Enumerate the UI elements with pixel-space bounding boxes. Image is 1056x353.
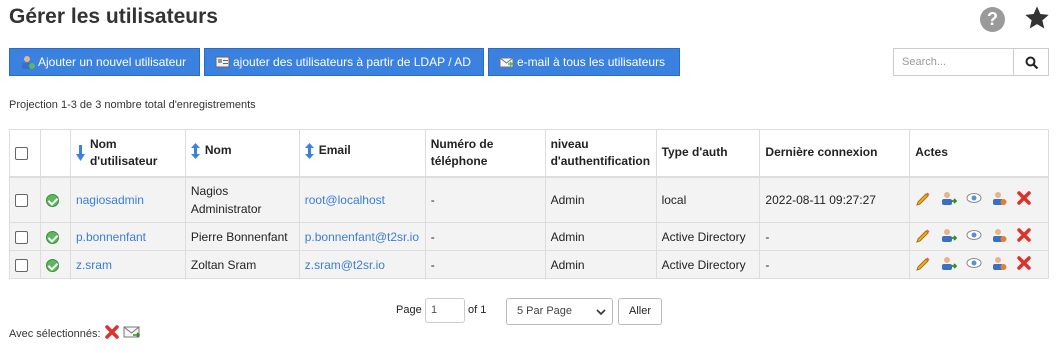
auth-level-header: niveau d'authentification [544, 129, 657, 177]
name-cell: Nagios Administrator [184, 176, 300, 223]
active-status-icon [45, 230, 59, 244]
status-header [39, 129, 71, 177]
email-icon [499, 57, 514, 68]
auth-level-cell: Admin [544, 176, 657, 223]
username-link[interactable]: p.bonnenfant [76, 230, 146, 244]
table-row: z.sram Zoltan Sram z.sram@t2sr.io - Admi… [9, 250, 1049, 279]
add-ldap-users-label: ajouter des utilisateurs à partir de LDA… [233, 55, 471, 69]
user-permissions-icon[interactable] [991, 255, 1007, 274]
last-login-cell: - [759, 250, 911, 279]
email-link[interactable]: z.sram@t2sr.io [305, 258, 385, 272]
add-user-icon [22, 56, 35, 69]
email-header[interactable]: Email [298, 129, 426, 177]
edit-icon[interactable] [915, 227, 931, 246]
go-button[interactable]: Aller [618, 298, 662, 325]
last-login-cell: - [759, 222, 911, 251]
user-permissions-icon[interactable] [991, 190, 1007, 209]
phone-cell: - [424, 250, 546, 279]
name-header[interactable]: Nom [184, 129, 300, 177]
delete-icon[interactable] [1016, 228, 1031, 245]
active-status-icon [45, 193, 59, 207]
table-header-row: Nom d'utilisateur Nom Email Numéro de télé… [9, 129, 1049, 177]
username-link[interactable]: z.sram [76, 258, 112, 272]
auth-level-cell: Admin [544, 222, 657, 251]
phone-cell: - [424, 222, 546, 251]
page-number-input[interactable]: 1 [425, 298, 465, 323]
actions-cell [909, 222, 1049, 251]
help-icon[interactable]: ? [980, 7, 1005, 32]
name-cell: Pierre Bonnenfant [184, 222, 300, 251]
auth-type-cell: Active Directory [655, 222, 761, 251]
auth-type-header: Type d'auth [655, 129, 761, 177]
select-all-cell[interactable] [9, 129, 41, 177]
row-checkbox[interactable] [15, 230, 28, 244]
user-permissions-icon[interactable] [991, 227, 1007, 246]
chevron-down-icon [596, 309, 606, 316]
row-checkbox[interactable] [15, 258, 28, 272]
auth-level-cell: Admin [544, 250, 657, 279]
page-label: Page [396, 304, 422, 316]
ldap-card-icon [215, 56, 230, 68]
search-icon [1025, 56, 1039, 70]
edit-icon[interactable] [915, 255, 931, 274]
delete-icon[interactable] [1016, 191, 1031, 208]
username-header[interactable]: Nom d'utilisateur [69, 129, 186, 177]
page-total-label: of 1 [468, 304, 487, 316]
phone-cell: - [424, 176, 546, 223]
bulk-actions: Avec sélectionnés: [9, 325, 141, 342]
favorite-star-icon[interactable] [1023, 4, 1051, 32]
page-title: Gérer les utilisateurs [9, 5, 218, 28]
bulk-actions-label: Avec sélectionnés: [9, 327, 101, 340]
bulk-delete-icon[interactable] [104, 325, 119, 342]
phone-header: Numéro de téléphone [424, 129, 546, 177]
email-all-users-label: e-mail à tous les utilisateurs [517, 55, 666, 69]
actions-cell [909, 250, 1049, 279]
last-login-header: Dernière connexion [759, 129, 911, 177]
view-eye-icon[interactable] [966, 190, 982, 209]
view-eye-icon[interactable] [966, 255, 982, 274]
add-user-label: Ajouter un nouvel utilisateur [38, 55, 187, 69]
active-status-icon [45, 258, 59, 272]
select-all-checkbox[interactable] [15, 146, 28, 160]
add-user-button[interactable]: Ajouter un nouvel utilisateur [9, 48, 200, 76]
sort-both-icon [190, 142, 200, 159]
row-checkbox[interactable] [15, 193, 28, 207]
search-input[interactable]: Search... [893, 48, 1013, 76]
auth-type-cell: Active Directory [655, 250, 761, 279]
bulk-email-icon[interactable] [123, 325, 141, 342]
last-login-cell: 2022-08-11 09:27:27 [759, 176, 911, 223]
per-page-select[interactable]: 5 Par Page [506, 298, 613, 325]
masquerade-user-icon[interactable] [941, 255, 957, 274]
masquerade-user-icon[interactable] [941, 227, 957, 246]
add-ldap-users-button[interactable]: ajouter des utilisateurs à partir de LDA… [204, 48, 484, 76]
delete-icon[interactable] [1016, 256, 1031, 273]
sort-both-icon [304, 142, 314, 159]
search-button[interactable] [1013, 48, 1049, 76]
auth-type-cell: local [655, 176, 761, 223]
actions-header: Actes [909, 129, 1049, 177]
edit-icon[interactable] [915, 190, 931, 209]
name-cell: Zoltan Sram [184, 250, 300, 279]
username-link[interactable]: nagiosadmin [76, 193, 144, 207]
records-summary: Projection 1-3 de 3 nombre total d'enreg… [9, 99, 256, 111]
users-table: Nom d'utilisateur Nom Email Numéro de télé… [9, 129, 1049, 279]
table-row: nagiosadmin Nagios Administrator root@loc… [9, 176, 1049, 223]
sort-arrow-down-icon [75, 144, 85, 161]
email-link[interactable]: p.bonnenfant@t2sr.io [305, 230, 419, 244]
actions-cell [909, 176, 1049, 223]
view-eye-icon[interactable] [966, 227, 982, 246]
table-row: p.bonnenfant Pierre Bonnenfant p.bonnenf… [9, 222, 1049, 251]
email-all-users-button[interactable]: e-mail à tous les utilisateurs [488, 48, 680, 76]
email-link[interactable]: root@localhost [305, 193, 385, 207]
masquerade-user-icon[interactable] [941, 190, 957, 209]
